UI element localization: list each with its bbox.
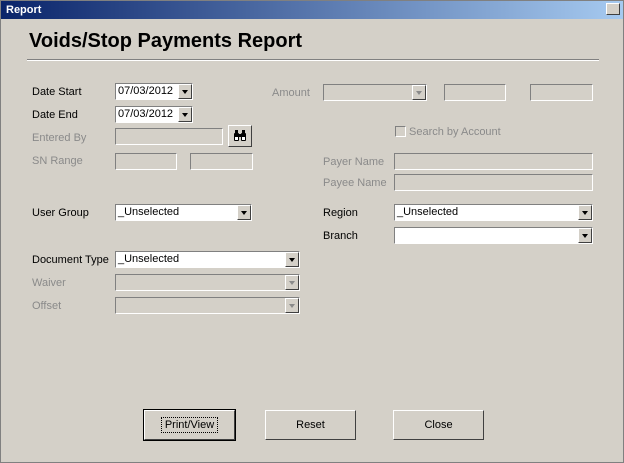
amount-label: Amount (272, 87, 310, 99)
user-group-value: _Unselected (118, 206, 180, 218)
sn-range-label: SN Range (32, 155, 83, 167)
date-end-picker[interactable]: 07/03/2012 (115, 106, 193, 123)
close-button[interactable]: Close (393, 410, 484, 440)
branch-select[interactable] (394, 227, 593, 244)
close-icon[interactable] (606, 3, 620, 15)
report-window: Report Voids/Stop Payments Report Date S… (0, 0, 624, 463)
chevron-down-icon[interactable] (412, 85, 426, 100)
chevron-down-icon[interactable] (285, 275, 299, 290)
window-title: Report (6, 4, 42, 16)
print-view-button[interactable]: Print/View (143, 409, 236, 441)
chevron-down-icon[interactable] (285, 252, 299, 267)
user-group-label: User Group (32, 207, 89, 219)
payer-name-field[interactable] (394, 153, 593, 170)
sn-range-from-field[interactable] (115, 153, 177, 170)
binoculars-icon (234, 130, 246, 141)
entered-by-label: Entered By (32, 132, 87, 144)
date-end-value: 07/03/2012 (118, 108, 174, 120)
region-value: _Unselected (397, 206, 459, 218)
document-type-label: Document Type (32, 254, 109, 266)
print-view-label: Print/View (160, 417, 219, 433)
sn-range-to-field[interactable] (190, 153, 253, 170)
payee-name-field[interactable] (394, 174, 593, 191)
date-start-value: 07/03/2012 (118, 85, 174, 97)
user-group-select[interactable]: _Unselected (115, 204, 252, 221)
entered-by-field[interactable] (115, 128, 223, 145)
document-type-value: _Unselected (118, 253, 180, 265)
branch-label: Branch (323, 230, 358, 242)
reset-label: Reset (296, 419, 325, 431)
document-type-select[interactable]: _Unselected (115, 251, 300, 268)
amount-operator-select[interactable] (323, 84, 427, 101)
chevron-down-icon[interactable] (237, 205, 251, 220)
date-start-picker[interactable]: 07/03/2012 (115, 83, 193, 100)
chevron-down-icon[interactable] (285, 298, 299, 313)
offset-select[interactable] (115, 297, 300, 314)
title-bar: Report (1, 1, 623, 19)
waiver-label: Waiver (32, 277, 66, 289)
chevron-down-icon[interactable] (578, 228, 592, 243)
date-end-label: Date End (32, 109, 78, 121)
region-select[interactable]: _Unselected (394, 204, 593, 221)
region-label: Region (323, 207, 358, 219)
reset-button[interactable]: Reset (265, 410, 356, 440)
offset-label: Offset (32, 300, 62, 312)
search-by-account-label: Search by Account (409, 126, 501, 138)
date-start-label: Date Start (32, 86, 82, 98)
amount-from-field[interactable] (444, 84, 506, 101)
payee-name-label: Payee Name (323, 177, 387, 189)
chevron-down-icon[interactable] (178, 84, 192, 99)
close-label: Close (424, 419, 453, 431)
page-title: Voids/Stop Payments Report (29, 30, 303, 52)
waiver-select[interactable] (115, 274, 300, 291)
payer-name-label: Payer Name (323, 156, 385, 168)
search-by-account-checkbox[interactable] (395, 126, 406, 137)
amount-to-field[interactable] (530, 84, 593, 101)
chevron-down-icon[interactable] (178, 107, 192, 122)
lookup-button[interactable] (228, 125, 252, 147)
chevron-down-icon[interactable] (578, 205, 592, 220)
divider (27, 59, 599, 61)
